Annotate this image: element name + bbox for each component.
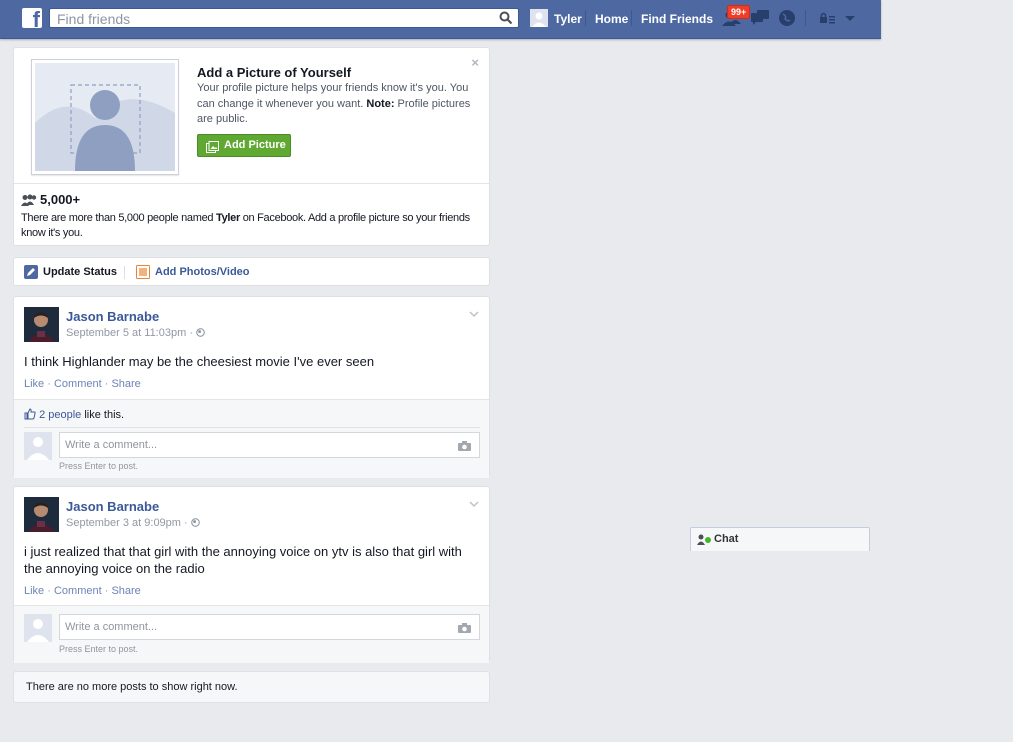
commenter-avatar bbox=[24, 614, 52, 642]
search-box bbox=[49, 8, 519, 28]
post-text: i just realized that that girl with the … bbox=[24, 544, 462, 576]
update-status-tab[interactable]: Update Status bbox=[43, 266, 117, 278]
chat-person-icon bbox=[697, 534, 705, 548]
share-link[interactable]: Share bbox=[111, 585, 140, 597]
search-icon[interactable] bbox=[499, 11, 515, 26]
nav-divider bbox=[631, 10, 632, 26]
home-link[interactable]: Home bbox=[595, 12, 628, 26]
notifications-globe-icon[interactable] bbox=[778, 9, 798, 27]
like-link[interactable]: Like bbox=[24, 585, 44, 597]
thumbs-up-icon bbox=[24, 408, 36, 423]
globe-icon bbox=[190, 518, 200, 527]
divider bbox=[24, 427, 480, 428]
post-actions: Like · Comment · Share bbox=[24, 378, 141, 390]
post-comments-area: 2 people like this. Press Enter to post. bbox=[14, 399, 489, 478]
camera-icon[interactable] bbox=[458, 440, 471, 454]
profile-link[interactable]: Tyler bbox=[554, 12, 582, 26]
same-name-count: 5,000+ bbox=[21, 192, 80, 207]
likes-people-link[interactable]: 2 people bbox=[39, 409, 81, 421]
online-status-dot bbox=[705, 537, 711, 543]
post-card: Jason Barnabe September 5 at 11:03pm · I… bbox=[13, 296, 490, 478]
privacy-shortcuts-icon[interactable] bbox=[818, 9, 838, 27]
post-author-link[interactable]: Jason Barnabe bbox=[66, 309, 159, 324]
post-comments-area: Press Enter to post. bbox=[14, 605, 489, 663]
people-icon bbox=[21, 194, 37, 206]
commenter-avatar bbox=[24, 432, 52, 460]
comment-input[interactable] bbox=[63, 438, 447, 452]
add-photos-video-tab[interactable]: Add Photos/Video bbox=[155, 266, 250, 278]
post-actions: Like · Comment · Share bbox=[24, 585, 141, 597]
divider bbox=[124, 266, 125, 279]
like-link[interactable]: Like bbox=[24, 378, 44, 390]
post-options-chevron-down-icon[interactable] bbox=[469, 307, 479, 321]
account-menu-chevron-down-icon[interactable] bbox=[843, 9, 863, 27]
comment-input[interactable] bbox=[63, 620, 447, 634]
user-avatar[interactable] bbox=[530, 9, 548, 27]
profile-picture-placeholder[interactable] bbox=[31, 59, 179, 175]
find-friends-link[interactable]: Find Friends bbox=[641, 12, 713, 26]
same-name-description: There are more than 5,000 people named T… bbox=[21, 212, 470, 239]
search-input[interactable] bbox=[55, 10, 499, 28]
press-enter-hint: Press Enter to post. bbox=[59, 461, 139, 471]
nav-divider bbox=[585, 10, 586, 26]
share-link[interactable]: Share bbox=[111, 378, 140, 390]
add-picture-description: Your profile picture helps your friends … bbox=[197, 82, 471, 125]
post-timestamp[interactable]: September 3 at 9:09pm · bbox=[66, 517, 200, 529]
likes-summary: 2 people like this. bbox=[24, 408, 124, 423]
chat-tab[interactable]: Chat bbox=[690, 527, 870, 551]
end-of-feed-notice: There are no more posts to show right no… bbox=[13, 671, 490, 703]
photo-video-icon bbox=[136, 265, 150, 282]
add-picture-title: Add a Picture of Yourself bbox=[197, 65, 352, 80]
nav-divider bbox=[805, 10, 806, 26]
comment-box bbox=[59, 614, 480, 640]
photo-icon bbox=[206, 140, 219, 153]
globe-icon bbox=[196, 328, 205, 337]
facebook-logo[interactable]: f bbox=[22, 8, 42, 31]
post-timestamp[interactable]: September 5 at 11:03pm · bbox=[66, 327, 205, 339]
messages-icon[interactable] bbox=[750, 9, 770, 27]
comment-box bbox=[59, 432, 480, 458]
divider bbox=[14, 183, 489, 184]
add-picture-button[interactable]: Add Picture bbox=[197, 134, 291, 157]
comment-link[interactable]: Comment bbox=[54, 585, 102, 597]
camera-icon[interactable] bbox=[458, 622, 471, 636]
post-author-link[interactable]: Jason Barnabe bbox=[66, 499, 159, 514]
press-enter-hint: Press Enter to post. bbox=[59, 644, 139, 654]
pencil-icon bbox=[24, 265, 38, 282]
status-composer: Update Status Add Photos/Video bbox=[13, 257, 490, 286]
post-options-chevron-down-icon[interactable] bbox=[469, 497, 479, 511]
add-profile-picture-card: Add a Picture of Yourself Your profile p… bbox=[13, 47, 490, 246]
author-avatar[interactable] bbox=[24, 307, 59, 342]
comment-link[interactable]: Comment bbox=[54, 378, 102, 390]
author-avatar[interactable] bbox=[24, 497, 59, 532]
notification-badge: 99+ bbox=[727, 5, 751, 19]
post-card: Jason Barnabe September 3 at 9:09pm · i … bbox=[13, 486, 490, 663]
top-navigation-bar: f Tyler Home Find Friends 99+ bbox=[0, 0, 881, 39]
post-text: I think Highlander may be the cheesiest … bbox=[24, 354, 375, 369]
close-icon[interactable]: × bbox=[471, 55, 479, 70]
window-edge bbox=[1013, 0, 1024, 742]
